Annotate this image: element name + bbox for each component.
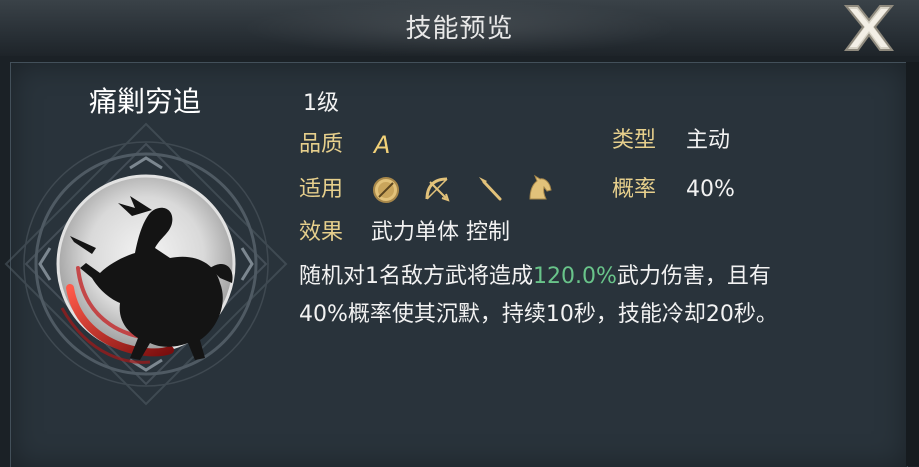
skill-emblem bbox=[4, 122, 288, 406]
effect-value: 武力单体 控制 bbox=[371, 220, 510, 245]
applicable-label: 适用 bbox=[299, 177, 344, 202]
damage-percent: 120.0% bbox=[533, 264, 617, 289]
rate-label: 概率 bbox=[612, 177, 657, 202]
description-text: 武力伤害，且有 bbox=[616, 264, 771, 289]
type-value: 主动 bbox=[686, 128, 731, 153]
effect-label: 效果 bbox=[299, 220, 344, 245]
skill-description: 随机对1名敌方武将造成120.0%武力伤害，且有 40%概率使其沉默，持续10秒… bbox=[299, 258, 778, 334]
shield-icon bbox=[373, 177, 399, 203]
quality-label: 品质 bbox=[299, 132, 344, 157]
close-button[interactable] bbox=[838, 0, 900, 58]
bow-icon bbox=[425, 177, 450, 202]
description-text: 随机对1名敌方武将造成 bbox=[299, 264, 533, 289]
quality-value: A bbox=[374, 131, 391, 159]
panel-edge bbox=[906, 62, 919, 466]
rate-value: 40% bbox=[686, 177, 735, 202]
header-bar: 技能预览 bbox=[0, 0, 919, 56]
type-label: 类型 bbox=[612, 128, 657, 153]
page-title: 技能预览 bbox=[405, 14, 514, 44]
description-line-1: 随机对1名敌方武将造成120.0%武力伤害，且有 bbox=[299, 258, 778, 296]
close-icon bbox=[843, 5, 895, 51]
skill-level: 1级 bbox=[303, 91, 339, 116]
description-line-2: 40%概率使其沉默，持续10秒，技能冷却20秒。 bbox=[299, 302, 778, 327]
spear-icon bbox=[479, 177, 502, 201]
skill-name: 痛剿穷追 bbox=[88, 85, 201, 118]
horse-icon bbox=[529, 174, 552, 200]
